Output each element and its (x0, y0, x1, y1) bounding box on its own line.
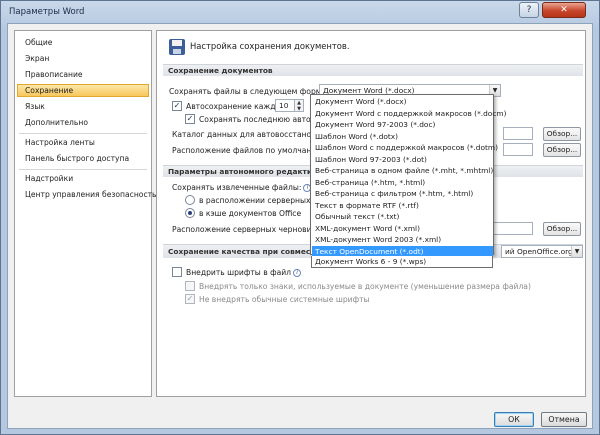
no-system-fonts-checkbox[interactable]: ✓ (185, 294, 195, 304)
format-option-selected[interactable]: Текст OpenDocument (*.odt) (312, 245, 493, 257)
autorecover-browse-button[interactable]: Обзор... (543, 127, 581, 141)
embed-fonts-text: Внедрить шрифты в файл (186, 268, 292, 277)
embed-fonts-label: Внедрить шрифты в файл i (186, 268, 302, 277)
help-icon: ? (526, 5, 532, 15)
chevron-down-icon[interactable]: ▼ (571, 246, 582, 257)
radio-office-cache-label: в кэше документов Office (199, 209, 302, 218)
nav-item-general[interactable]: Общие (17, 36, 149, 49)
section-save-documents: Сохранение документов (163, 64, 583, 76)
nav-item-customize-ribbon[interactable]: Настройка ленты (17, 136, 149, 149)
format-option[interactable]: Документ Works 6 - 9 (*.wps) (311, 256, 493, 268)
close-button[interactable]: ✕ (542, 2, 586, 18)
fidelity-document-value: ий OpenOffice.org (505, 247, 573, 256)
autorecover-location-input[interactable] (503, 127, 533, 140)
nav-separator (19, 169, 147, 170)
autosave-minutes-input[interactable]: 10 (275, 99, 295, 112)
embed-used-chars-label: Внедрять только знаки, используемые в до… (199, 282, 531, 291)
panel-header: Настройка сохранения документов. (190, 41, 350, 51)
format-option[interactable]: Текст в формате RTF (*.rtf) (312, 200, 493, 212)
nav-item-addins[interactable]: Надстройки (17, 172, 149, 185)
ok-button[interactable]: ОК (494, 412, 534, 427)
autosave-label: Автосохранение каждые (186, 102, 287, 111)
save-disk-icon (169, 39, 185, 55)
radio-server-drafts[interactable] (185, 195, 195, 205)
nav-item-proofing[interactable]: Правописание (17, 68, 149, 81)
dialog-client: Общие Экран Правописание Сохранение Язык… (7, 23, 593, 429)
nav-separator (19, 133, 147, 134)
default-location-input[interactable] (503, 143, 533, 156)
autosave-checkbox[interactable]: ✓ (172, 101, 182, 111)
save-extracted-text: Сохранять извлеченные файлы: (172, 183, 302, 192)
format-option[interactable]: Шаблон Word с поддержкой макросов (*.dot… (312, 142, 498, 154)
format-option[interactable]: Шаблон Word 97-2003 (*.dot) (312, 154, 493, 166)
format-option[interactable]: XML-документ Word (*.xml) (312, 223, 493, 235)
options-window: Параметры Word ? ✕ Общие Экран Правописа… (0, 0, 600, 435)
format-option[interactable]: Документ Word с поддержкой макросов (*.d… (312, 108, 506, 120)
format-option[interactable]: Веб-страница (*.htm, *.html) (312, 177, 493, 189)
nav-item-trust-center[interactable]: Центр управления безопасностью (17, 188, 163, 201)
default-location-browse-button[interactable]: Обзор... (543, 143, 581, 157)
info-icon: i (293, 269, 302, 277)
server-drafts-browse-button[interactable]: Обзор... (543, 222, 581, 236)
server-drafts-location-label: Расположение серверных черновиков: (172, 225, 328, 234)
category-nav: Общие Экран Правописание Сохранение Язык… (14, 30, 163, 397)
format-option[interactable]: Обычный текст (*.txt) (312, 211, 493, 223)
default-location-label: Расположение файлов по умолчанию: (172, 146, 326, 155)
keep-last-autosave-checkbox[interactable]: ✓ (185, 114, 195, 124)
format-option[interactable]: Шаблон Word (*.dotx) (312, 131, 493, 143)
format-option[interactable]: Веб-страница в одном файле (*.mht, *.mht… (312, 165, 493, 177)
save-format-dropdown-list: Документ Word (*.docx) Документ Word с п… (310, 94, 506, 257)
embed-fonts-checkbox[interactable] (172, 267, 182, 277)
nav-item-language[interactable]: Язык (17, 100, 149, 113)
nav-item-display[interactable]: Экран (17, 52, 149, 65)
save-extracted-label: Сохранять извлеченные файлы: i (172, 183, 312, 192)
fidelity-document-combo[interactable]: ий OpenOffice.org ▼ (501, 245, 583, 258)
format-option[interactable]: Документ Word 97-2003 (*.doc) (312, 119, 493, 131)
cancel-button[interactable]: Отмена (541, 412, 587, 427)
help-button[interactable]: ? (519, 2, 539, 18)
autosave-minutes-value: 10 (279, 101, 289, 110)
no-system-fonts-label: Не внедрять обычные системные шрифты (199, 295, 370, 304)
title-bar: Параметры Word ? ✕ (1, 1, 599, 23)
autosave-spin-button[interactable]: ▲ ▼ (295, 99, 304, 112)
radio-office-cache[interactable] (185, 208, 195, 218)
close-icon: ✕ (560, 5, 568, 15)
nav-item-advanced[interactable]: Дополнительно (17, 116, 149, 129)
nav-item-save[interactable]: Сохранение (17, 84, 149, 97)
format-option[interactable]: XML-документ Word 2003 (*.xml) (312, 234, 493, 246)
format-option[interactable]: Документ Word (*.docx) (312, 96, 493, 108)
window-title: Параметры Word (9, 7, 85, 17)
format-option[interactable]: Веб-страница с фильтром (*.htm, *.html) (312, 188, 493, 200)
embed-used-chars-checkbox[interactable] (185, 281, 195, 291)
nav-item-quick-access[interactable]: Панель быстрого доступа (17, 152, 149, 165)
